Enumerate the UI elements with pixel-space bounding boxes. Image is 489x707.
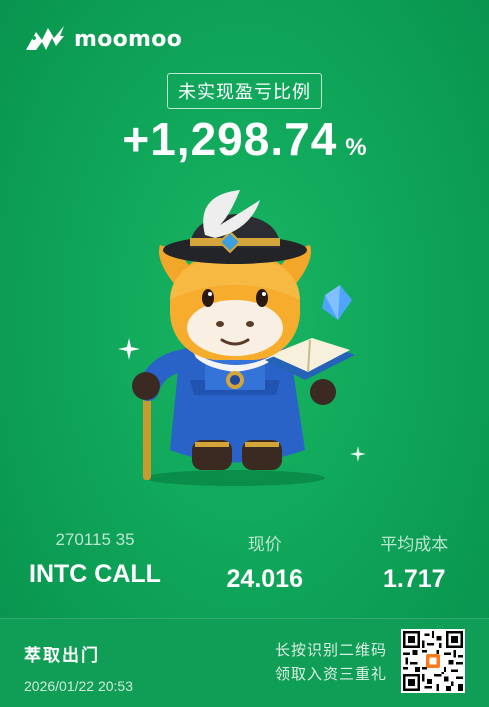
qr-code[interactable] bbox=[401, 629, 465, 693]
pl-ratio-number: +1,298.74 bbox=[122, 113, 338, 165]
bull-logo-icon bbox=[26, 26, 64, 50]
unrealized-pl-ratio-label: 未实现盈亏比例 bbox=[167, 73, 322, 109]
mascot-bull-illustration bbox=[132, 190, 355, 486]
qr-hint-line2: 领取入资三重礼 bbox=[274, 666, 387, 683]
stat-current-price: 现价 24.016 bbox=[190, 530, 340, 594]
pl-ratio-unit: % bbox=[345, 134, 367, 161]
footer-slogan: 萃取出门 bbox=[24, 646, 100, 665]
qr-hint-line1: 长按识别二维码 bbox=[274, 642, 387, 659]
contract-code: 270115 35 bbox=[55, 530, 135, 549]
average-cost-value: 1.717 bbox=[382, 565, 446, 593]
qr-hint: 长按识别二维码 领取入资三重礼 bbox=[275, 639, 387, 687]
current-price-label: 现价 bbox=[247, 535, 282, 554]
qr-code-icon bbox=[403, 631, 463, 691]
average-cost-label: 平均成本 bbox=[380, 535, 449, 554]
position-stats: 270115 35 INTC CALL 现价 24.016 平均成本 1.717 bbox=[0, 530, 489, 594]
contract-name: INTC CALL bbox=[29, 560, 161, 588]
footer: 萃取出门 2026/01/22 20:53 长按识别二维码 领取入资三重礼 bbox=[0, 618, 489, 707]
footer-timestamp: 2026/01/22 20:53 bbox=[24, 678, 133, 694]
unrealized-pl-ratio-value: +1,298.74% bbox=[0, 112, 489, 166]
stat-average-cost: 平均成本 1.717 bbox=[340, 530, 489, 594]
brand-name: moomoo bbox=[74, 26, 183, 52]
brand-logo: moomoo bbox=[24, 24, 182, 54]
stat-contract: 270115 35 INTC CALL bbox=[0, 530, 190, 594]
current-price-value: 24.016 bbox=[226, 565, 303, 593]
share-card: moomoo 未实现盈亏比例 +1,298.74% 270115 35 INTC… bbox=[0, 0, 489, 707]
